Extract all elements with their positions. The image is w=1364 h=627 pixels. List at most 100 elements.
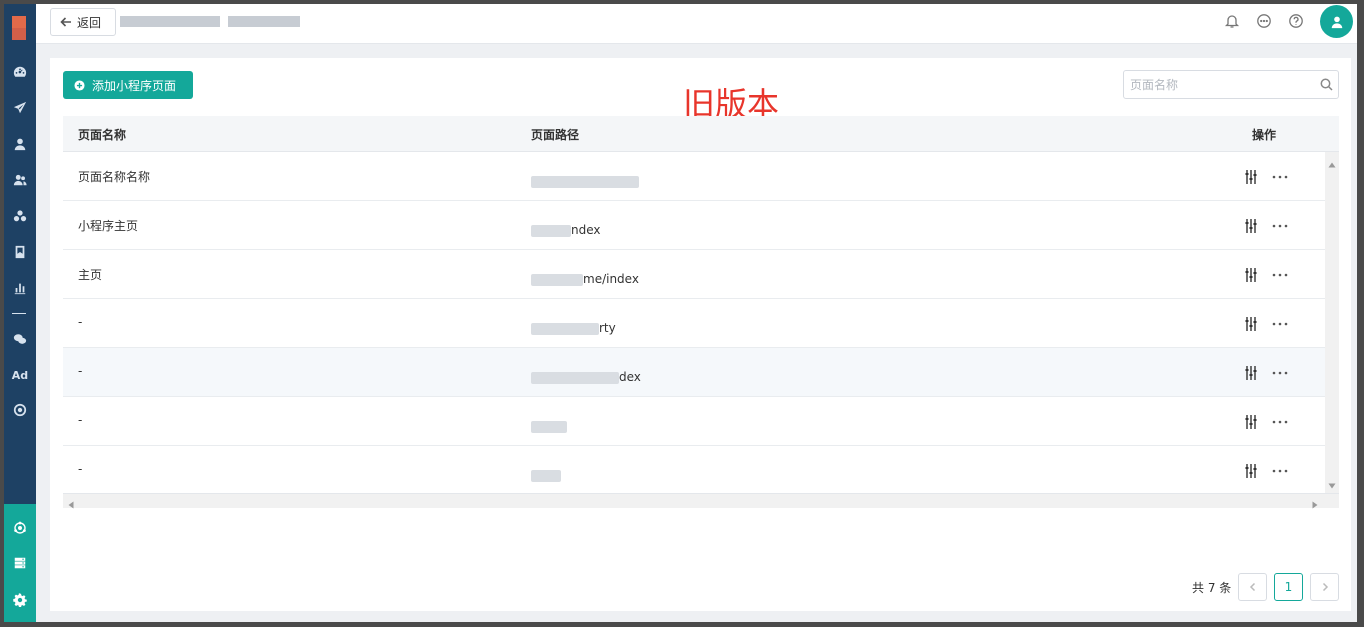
row-actions [1243,316,1289,332]
more-icon[interactable] [1271,316,1289,332]
row-actions [1243,169,1289,185]
prev-page-button[interactable] [1238,573,1267,601]
ad-icon[interactable]: Ad [10,366,30,384]
message-icon[interactable] [1256,13,1272,29]
help-icon[interactable] [1288,13,1304,29]
table-body: 页面名称名称 小程序主页 ndex 主页 me/index - rty - de… [63,152,1325,493]
apps-icon[interactable] [10,207,30,225]
table-row[interactable]: 页面名称名称 [63,152,1325,201]
row-name: - [78,413,83,427]
scroll-up-icon[interactable] [1328,158,1336,168]
table-row[interactable]: - [63,446,1325,493]
row-path: ndex [531,223,601,237]
row-actions [1243,267,1289,283]
row-name: - [78,364,83,378]
bar-chart-icon[interactable] [10,279,30,297]
table-row[interactable]: - [63,397,1325,446]
table-row[interactable]: - dex [63,348,1325,397]
plus-circle-icon [74,79,85,91]
table-row[interactable]: 主页 me/index [63,250,1325,299]
column-header-path: 页面路径 [531,128,580,142]
top-header: 返回 [36,4,1357,44]
column-header-actions: 操作 [1252,128,1277,142]
bell-icon[interactable] [1224,13,1240,29]
target-icon[interactable] [10,401,30,419]
next-page-button[interactable] [1310,573,1339,601]
sidebar: Ad [4,4,36,622]
back-label: 返回 [77,15,102,30]
path-redacted [531,224,571,237]
search-input[interactable] [1130,76,1310,93]
row-actions [1243,414,1289,430]
settings-sliders-icon[interactable] [1243,316,1259,332]
settings-sliders-icon[interactable] [1243,463,1259,479]
more-icon[interactable] [1271,463,1289,479]
breadcrumb-redacted [120,16,220,27]
column-header-name: 页面名称 [78,128,127,142]
row-path-text: ndex [571,223,601,237]
row-actions [1243,463,1289,479]
row-name: 小程序主页 [78,219,139,233]
row-name: 页面名称名称 [78,170,151,184]
page-number-button[interactable]: 1 [1274,573,1303,601]
scroll-down-icon[interactable] [1328,479,1336,489]
search-box [1123,70,1339,99]
row-path: rty [531,321,616,335]
scroll-right-icon[interactable] [1311,498,1319,509]
row-path [531,174,639,188]
arrow-left-icon [60,17,71,27]
path-redacted [531,273,583,286]
path-redacted [531,371,619,384]
row-path-text: me/index [583,272,639,286]
back-button[interactable]: 返回 [50,8,116,36]
table-row[interactable]: - rty [63,299,1325,348]
row-name: - [78,462,83,476]
more-icon[interactable] [1271,267,1289,283]
more-icon[interactable] [1271,169,1289,185]
settings-sliders-icon[interactable] [1243,169,1259,185]
wechat-icon[interactable] [10,330,30,348]
settings-sliders-icon[interactable] [1243,218,1259,234]
search-icon[interactable] [1320,78,1333,91]
path-redacted [531,420,567,433]
main-card: 添加小程序页面 旧版本 页面名称 页面路径 操作 页面名称名称 [50,58,1351,611]
path-redacted [531,469,561,482]
more-icon[interactable] [1271,365,1289,381]
users-icon[interactable] [10,171,30,189]
table-row[interactable]: 小程序主页 ndex [63,201,1325,250]
settings-sliders-icon[interactable] [1243,365,1259,381]
table-header: 页面名称 页面路径 操作 [63,116,1339,152]
vertical-scrollbar[interactable] [1325,152,1339,493]
bookmark-icon[interactable] [10,243,30,261]
app-frame: Ad 返回 添加小程序页面 旧版本 页面名称 页面名称 页面路径 操作 页面名称… [4,4,1357,622]
more-icon[interactable] [1271,414,1289,430]
settings-sliders-icon[interactable] [1243,267,1259,283]
settings-sliders-icon[interactable] [1243,414,1259,430]
pagination-total: 共 7 条 [1192,581,1232,595]
logo [12,16,26,40]
row-path: me/index [531,272,639,286]
gear-icon[interactable] [10,591,30,609]
scroll-left-icon[interactable] [67,498,75,509]
dashboard-icon[interactable] [10,63,30,81]
row-actions [1243,365,1289,381]
sidebar-divider [12,313,26,314]
row-name: 主页 [78,268,103,282]
row-path [531,419,567,433]
send-icon[interactable] [10,99,30,117]
row-path: dex [531,370,641,384]
user-icon[interactable] [10,135,30,153]
hub-icon[interactable] [10,519,30,537]
user-avatar[interactable] [1320,5,1353,38]
add-page-label: 添加小程序页面 [92,78,177,93]
add-page-button[interactable]: 添加小程序页面 [63,71,193,99]
path-redacted [531,322,599,335]
horizontal-scrollbar[interactable] [63,493,1339,509]
chevron-right-icon [1322,582,1328,592]
ad-label: Ad [11,368,29,382]
row-path-text: rty [599,321,616,335]
more-icon[interactable] [1271,218,1289,234]
sidebar-bottom [4,504,36,622]
server-icon[interactable] [10,554,30,572]
row-actions [1243,218,1289,234]
